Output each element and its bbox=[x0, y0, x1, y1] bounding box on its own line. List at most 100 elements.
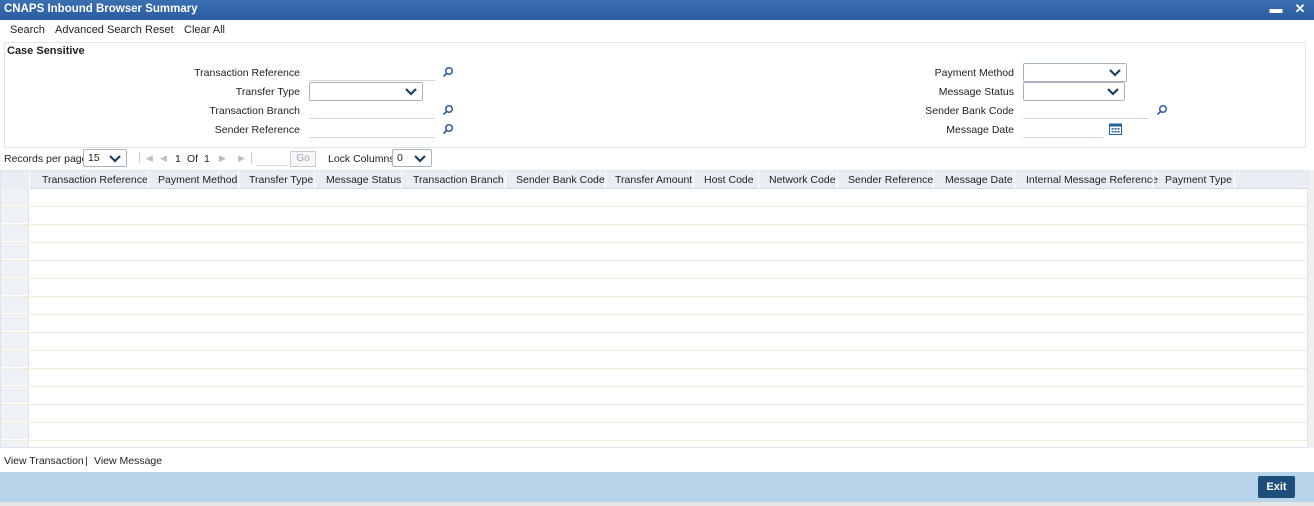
vertical-scrollbar[interactable] bbox=[1308, 170, 1314, 448]
grid-rows bbox=[1, 189, 1307, 447]
column-header-payment-method[interactable]: Payment Method bbox=[158, 174, 237, 186]
message-date-label: Message Date bbox=[946, 124, 1014, 136]
close-icon[interactable]: ✕ bbox=[1292, 1, 1308, 17]
column-divider bbox=[693, 171, 694, 189]
table-row[interactable] bbox=[1, 441, 1307, 447]
row-header[interactable] bbox=[1, 387, 29, 404]
table-row[interactable] bbox=[1, 351, 1307, 369]
column-header-message-status[interactable]: Message Status bbox=[326, 174, 401, 186]
column-header-host-code[interactable]: Host Code bbox=[704, 174, 754, 186]
records-per-page-value: 15 bbox=[88, 152, 100, 164]
search-icon[interactable] bbox=[442, 66, 454, 78]
advanced-search-button[interactable]: Advanced Search bbox=[55, 24, 142, 36]
table-row[interactable] bbox=[1, 333, 1307, 351]
of-label: Of bbox=[187, 153, 199, 165]
row-header[interactable] bbox=[1, 207, 29, 224]
next-page-icon[interactable]: ▶ bbox=[219, 153, 226, 164]
table-row[interactable] bbox=[1, 423, 1307, 441]
column-header-sender-reference[interactable]: Sender Reference bbox=[848, 174, 933, 186]
table-row[interactable] bbox=[1, 387, 1307, 405]
chevron-down-icon bbox=[405, 88, 417, 96]
message-status-label: Message Status bbox=[938, 86, 1014, 98]
table-row[interactable] bbox=[1, 297, 1307, 315]
row-header[interactable] bbox=[1, 333, 29, 350]
column-divider bbox=[29, 171, 30, 189]
column-header-transfer-type[interactable]: Transfer Type bbox=[249, 174, 313, 186]
footer-bar bbox=[0, 472, 1314, 502]
calendar-icon[interactable] bbox=[1109, 123, 1122, 135]
go-button[interactable]: Go bbox=[290, 151, 316, 167]
row-header[interactable] bbox=[1, 225, 29, 242]
previous-page-icon[interactable]: ◀ bbox=[160, 153, 167, 164]
first-page-icon[interactable]: ▏◀ bbox=[139, 153, 153, 164]
table-row[interactable] bbox=[1, 225, 1307, 243]
message-status-select[interactable] bbox=[1023, 82, 1125, 101]
column-header-sender-bank-code[interactable]: Sender Bank Code bbox=[516, 174, 605, 186]
horizontal-scrollbar[interactable] bbox=[0, 502, 1314, 506]
grid-corner bbox=[1, 171, 29, 189]
table-row[interactable] bbox=[1, 207, 1307, 225]
sender-reference-label: Sender Reference bbox=[214, 124, 300, 136]
transfer-type-select[interactable] bbox=[309, 82, 423, 101]
search-icon[interactable] bbox=[1156, 104, 1168, 116]
search-icon[interactable] bbox=[442, 123, 454, 135]
transaction-branch-input[interactable] bbox=[309, 103, 435, 119]
column-divider bbox=[505, 171, 506, 189]
row-header[interactable] bbox=[1, 351, 29, 368]
search-icon[interactable] bbox=[442, 104, 454, 116]
results-grid: Transaction Reference Payment Method Tra… bbox=[0, 170, 1308, 448]
row-header[interactable] bbox=[1, 423, 29, 440]
column-header-internal-message-reference[interactable]: Internal Message Reference bbox=[1026, 174, 1158, 186]
table-row[interactable] bbox=[1, 279, 1307, 297]
sender-reference-input[interactable] bbox=[309, 122, 435, 138]
row-header[interactable] bbox=[1, 441, 29, 447]
column-header-payment-type[interactable]: Payment Type bbox=[1165, 174, 1232, 186]
window-title: CNAPS Inbound Browser Summary bbox=[4, 3, 198, 15]
message-date-input[interactable] bbox=[1023, 122, 1103, 138]
clear-all-button[interactable]: Clear All bbox=[184, 24, 225, 36]
row-header[interactable] bbox=[1, 261, 29, 278]
exit-button[interactable]: Exit bbox=[1258, 476, 1295, 498]
grid-header: Transaction Reference Payment Method Tra… bbox=[1, 171, 1307, 189]
go-to-page-input[interactable] bbox=[257, 152, 287, 166]
reset-button[interactable]: Reset bbox=[145, 24, 174, 36]
column-divider bbox=[401, 171, 402, 189]
row-header[interactable] bbox=[1, 405, 29, 422]
column-divider bbox=[314, 171, 315, 189]
link-separator: | bbox=[85, 455, 88, 467]
view-message-link[interactable]: View Message bbox=[94, 455, 162, 467]
row-header[interactable] bbox=[1, 297, 29, 314]
table-row[interactable] bbox=[1, 405, 1307, 423]
table-row[interactable] bbox=[1, 315, 1307, 333]
table-row[interactable] bbox=[1, 243, 1307, 261]
minimize-icon[interactable]: ▬ bbox=[1268, 1, 1284, 17]
table-row[interactable] bbox=[1, 261, 1307, 279]
transaction-reference-input[interactable] bbox=[309, 65, 435, 81]
search-button[interactable]: Search bbox=[10, 24, 45, 36]
column-header-transfer-amount[interactable]: Transfer Amount bbox=[615, 174, 692, 186]
row-header[interactable] bbox=[1, 279, 29, 296]
column-divider bbox=[238, 171, 239, 189]
search-criteria-panel: Case Sensitive Transaction Reference Tra… bbox=[4, 42, 1306, 148]
records-per-page-select[interactable]: 15 bbox=[83, 149, 127, 167]
lock-columns-select[interactable]: 0 bbox=[392, 149, 432, 167]
payment-method-select[interactable] bbox=[1023, 63, 1127, 82]
transfer-type-label: Transfer Type bbox=[235, 86, 300, 98]
chevron-down-icon bbox=[1107, 88, 1119, 96]
table-row[interactable] bbox=[1, 369, 1307, 387]
row-header[interactable] bbox=[1, 369, 29, 386]
lock-columns-value: 0 bbox=[397, 152, 403, 164]
last-page-icon[interactable]: ▶▕ bbox=[238, 153, 252, 164]
column-header-transaction-reference[interactable]: Transaction Reference bbox=[42, 174, 148, 186]
transaction-reference-label: Transaction Reference bbox=[194, 67, 300, 79]
column-header-network-code[interactable]: Network Code bbox=[769, 174, 836, 186]
column-divider bbox=[1153, 171, 1154, 189]
row-header[interactable] bbox=[1, 189, 29, 206]
view-transaction-link[interactable]: View Transaction bbox=[4, 455, 84, 467]
row-header[interactable] bbox=[1, 243, 29, 260]
column-header-transaction-branch[interactable]: Transaction Branch bbox=[413, 174, 504, 186]
table-row[interactable] bbox=[1, 189, 1307, 207]
row-header[interactable] bbox=[1, 315, 29, 332]
sender-bank-code-input[interactable] bbox=[1023, 103, 1149, 119]
column-header-message-date[interactable]: Message Date bbox=[945, 174, 1013, 186]
